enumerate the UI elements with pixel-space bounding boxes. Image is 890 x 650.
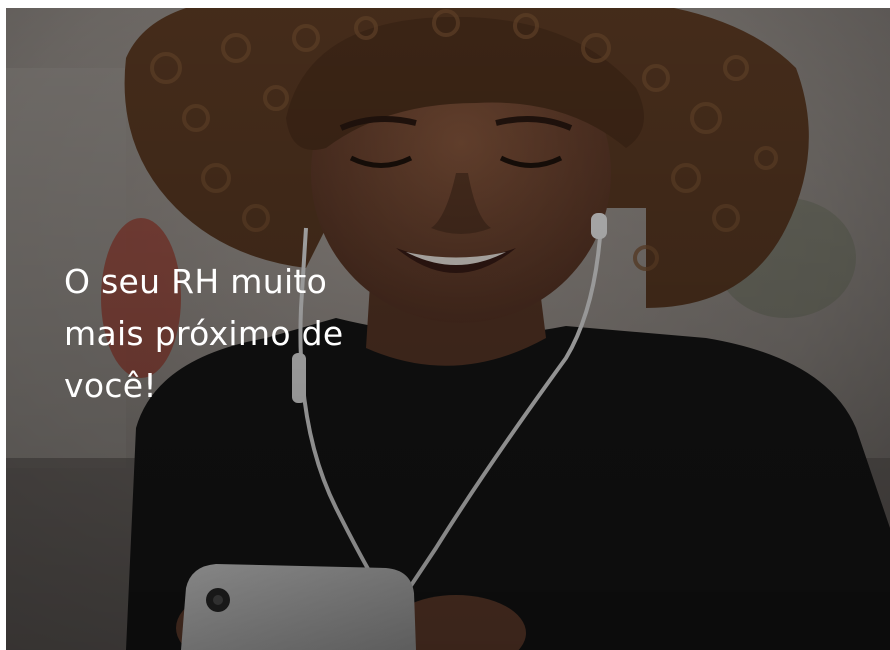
hero-banner: O seu RH muito mais próximo de você! <box>6 8 890 650</box>
hero-headline: O seu RH muito mais próximo de você! <box>64 262 344 405</box>
